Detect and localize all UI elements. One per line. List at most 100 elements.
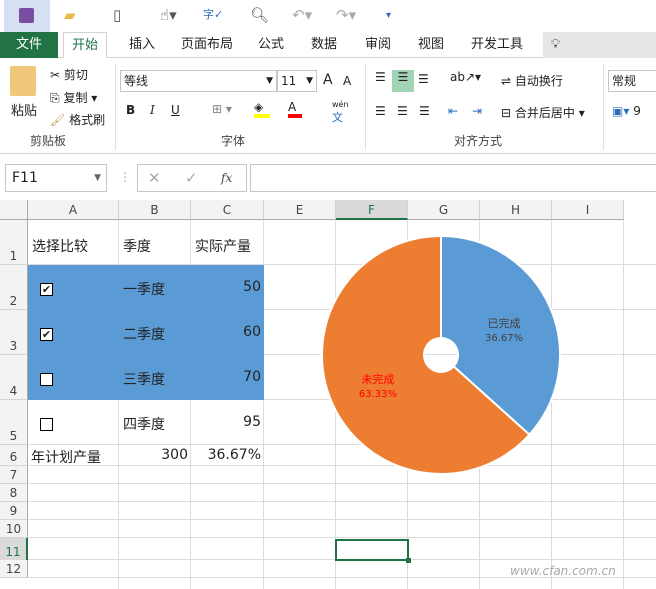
align-center-icon[interactable]: ☰ — [397, 104, 408, 118]
cell-B1[interactable]: 季度 — [123, 236, 151, 256]
tab-page-layout[interactable]: 页面布局 — [173, 32, 241, 58]
column-header-B[interactable]: B — [119, 200, 191, 220]
column-header-E[interactable]: E — [264, 200, 336, 220]
column-header-G[interactable]: G — [408, 200, 480, 220]
row-header-4[interactable]: 4 — [0, 355, 28, 400]
formula-input[interactable] — [250, 164, 656, 192]
column-header-I[interactable]: I — [552, 200, 624, 220]
tab-data[interactable]: 数据 — [303, 32, 345, 58]
select-all-button[interactable] — [0, 200, 28, 220]
borders-icon[interactable]: ⊞ ▾ — [212, 102, 232, 116]
save-icon — [19, 8, 34, 23]
align-right-icon[interactable]: ☰ — [419, 104, 430, 118]
row-header-10[interactable]: 10 — [0, 520, 28, 538]
value-cell[interactable]: 95 — [243, 414, 261, 430]
orientation-icon[interactable]: ab↗▾ — [450, 70, 481, 84]
quarter-cell[interactable]: 一季度 — [123, 279, 165, 299]
enter-button[interactable]: ✓ — [185, 165, 198, 191]
tab-home[interactable]: 开始 — [63, 32, 108, 59]
grow-font-button[interactable]: A — [323, 72, 333, 88]
align-bottom-icon[interactable]: ☰ — [418, 72, 429, 86]
shrink-font-button[interactable]: A — [343, 74, 351, 88]
formula-buttons: ✕ ✓ fx — [137, 164, 247, 192]
accounting-icon[interactable]: ▣▾ 9 — [612, 104, 641, 118]
spelling-icon[interactable]: 字✓ — [203, 6, 223, 22]
cell-A1[interactable]: 选择比较 — [32, 236, 88, 256]
open-folder-icon[interactable]: ▰ — [64, 6, 76, 24]
row-header-3[interactable]: 3 — [0, 310, 28, 355]
column-header-C[interactable]: C — [191, 200, 264, 220]
scissors-icon: ✂ — [50, 68, 61, 82]
checkbox[interactable]: ✔ — [40, 283, 53, 296]
value-cell[interactable]: 60 — [243, 324, 261, 340]
tab-insert[interactable]: 插入 — [121, 32, 163, 58]
print-preview-icon[interactable]: 🔍︎ — [250, 6, 269, 24]
undo-icon[interactable]: ↶▾ — [292, 6, 312, 24]
row-header-2[interactable]: 2 — [0, 265, 28, 310]
phonetic-button[interactable]: wén 文 — [332, 100, 349, 125]
paste-button[interactable]: 粘贴 — [11, 100, 37, 119]
row-header-12[interactable]: 12 — [0, 560, 28, 578]
tab-review[interactable]: 审阅 — [357, 32, 399, 58]
column-header-H[interactable]: H — [480, 200, 552, 220]
tab-view[interactable]: 视图 — [410, 32, 452, 58]
name-box[interactable]: F11 ▼ — [5, 164, 107, 192]
quick-access-toolbar: ▰ ▯ ☝▾ 字✓ 🔍︎ ↶▾ ↷▾ ▾ — [0, 0, 656, 32]
format-painter-button[interactable]: 🖌︎ 格式刷 — [50, 111, 105, 128]
increase-indent-icon[interactable]: ⇥ — [472, 104, 482, 118]
font-size-select[interactable]: 11 ▼ — [277, 70, 317, 92]
column-header-A[interactable]: A — [28, 200, 119, 220]
touch-mode-icon[interactable]: ☝▾ — [160, 6, 177, 24]
decrease-indent-icon[interactable]: ⇤ — [448, 104, 458, 118]
row-header-6[interactable]: 6 — [0, 445, 28, 466]
font-color-button[interactable]: A — [288, 100, 302, 118]
number-format-select[interactable]: 常规 — [608, 70, 656, 92]
value-cell[interactable]: 70 — [243, 369, 261, 385]
customize-icon[interactable]: ▾ — [386, 10, 391, 21]
new-file-icon[interactable]: ▯ — [113, 6, 121, 24]
cancel-button[interactable]: ✕ — [148, 165, 161, 191]
cell-B6[interactable]: 300 — [161, 447, 188, 463]
merge-center-button[interactable]: ⊟ 合并后居中 ▾ — [501, 104, 585, 121]
row-header-1[interactable]: 1 — [0, 220, 28, 265]
insert-function-button[interactable]: fx — [221, 165, 232, 191]
tab-formulas[interactable]: 公式 — [250, 32, 292, 58]
value-cell[interactable]: 50 — [243, 279, 261, 295]
quarter-cell[interactable]: 四季度 — [123, 414, 165, 434]
tab-file[interactable]: 文件 — [0, 32, 58, 58]
quarter-cell[interactable]: 二季度 — [123, 324, 165, 344]
active-cell-F11[interactable] — [335, 539, 411, 563]
font-name-select[interactable]: 等线 ▼ — [120, 70, 277, 92]
row-header-8[interactable]: 8 — [0, 484, 28, 502]
tab-developer[interactable]: 开发工具 — [463, 32, 531, 58]
cell-A6[interactable]: 年计划产量 — [31, 447, 101, 467]
redo-icon[interactable]: ↷▾ — [336, 6, 356, 24]
save-button[interactable] — [4, 0, 50, 32]
fill-color-icon[interactable]: ◈ — [254, 100, 270, 118]
watermark: www.cfan.com.cn — [510, 564, 616, 578]
tell-me-button[interactable]: 💡︎ — [543, 32, 656, 58]
bold-button[interactable]: B — [126, 103, 135, 117]
wrap-icon: ⇌ — [501, 74, 512, 88]
checkbox[interactable] — [40, 418, 53, 431]
cell-C6[interactable]: 36.67% — [208, 447, 261, 463]
row-header-11[interactable]: 11 — [0, 538, 28, 560]
cut-button[interactable]: ✂ 剪切 — [50, 66, 88, 83]
underline-button[interactable]: U — [171, 103, 180, 117]
align-middle-icon[interactable]: ☰ — [392, 70, 414, 92]
pie-chart[interactable]: 已完成 36.67% 未完成 63.33% — [300, 225, 590, 495]
group-label: 剪贴板 — [30, 134, 67, 148]
italic-button[interactable]: I — [150, 103, 155, 117]
checkbox[interactable] — [40, 373, 53, 386]
row-header-5[interactable]: 5 — [0, 400, 28, 445]
quarter-cell[interactable]: 三季度 — [123, 369, 165, 389]
checkbox[interactable]: ✔ — [40, 328, 53, 341]
row-header-9[interactable]: 9 — [0, 502, 28, 520]
row-header-7[interactable]: 7 — [0, 466, 28, 484]
align-top-icon[interactable]: ☰ — [375, 70, 386, 84]
align-left-icon[interactable]: ☰ — [375, 104, 386, 118]
wrap-text-button[interactable]: ⇌ 自动换行 — [501, 72, 563, 89]
cell-C1[interactable]: 实际产量 — [195, 236, 251, 256]
column-header-F[interactable]: F — [336, 200, 408, 220]
copy-button[interactable]: ⎘ 复制 ▾ — [50, 89, 97, 106]
